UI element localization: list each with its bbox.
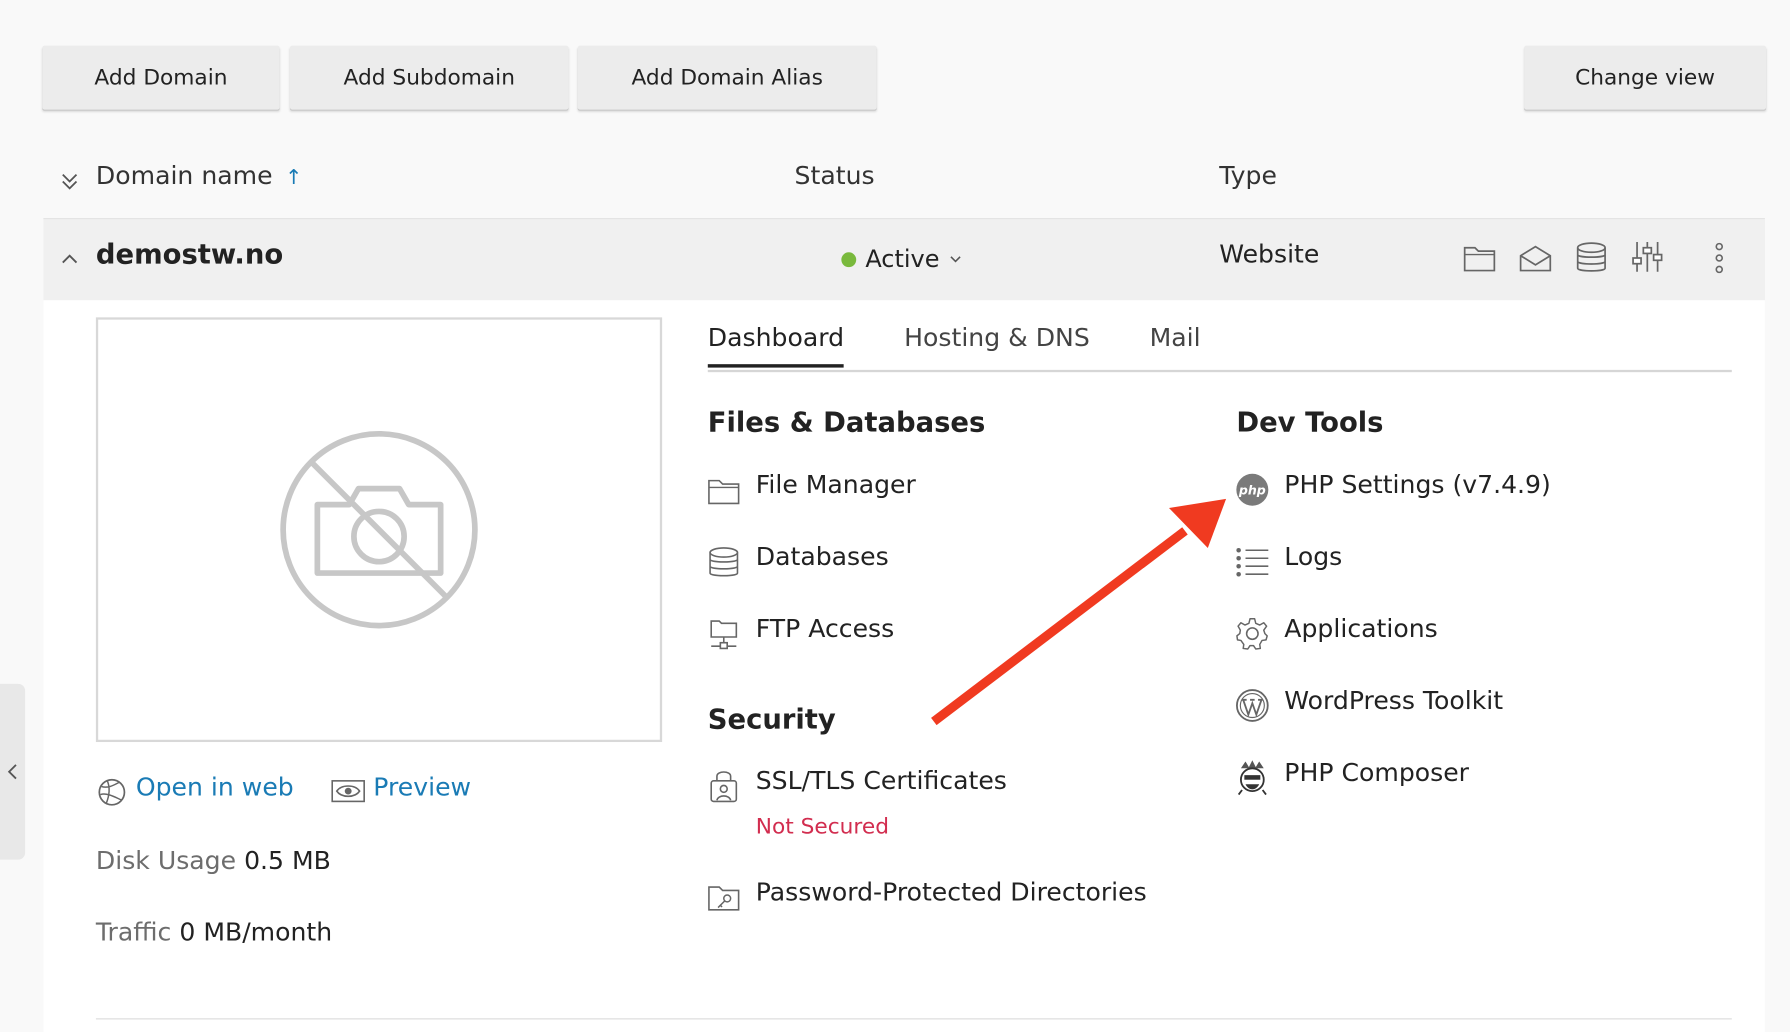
file-manager-link[interactable]: File Manager [756, 471, 916, 500]
tab-mail[interactable]: Mail [1150, 324, 1201, 364]
lock-person-icon [708, 768, 740, 805]
domain-name[interactable]: demostw.no [96, 239, 283, 271]
composer-icon [1235, 759, 1269, 796]
disk-usage: Disk Usage 0.5 MB [96, 847, 331, 876]
chevron-down-double-icon[interactable] [57, 169, 82, 194]
password-protected-directories-link[interactable]: Password-Protected Directories [756, 879, 1147, 908]
ftp-icon [708, 618, 740, 652]
tab-dashboard[interactable]: Dashboard [707, 324, 845, 368]
domain-type: Website [1219, 240, 1320, 270]
tab-hosting-dns[interactable]: Hosting & DNS [904, 324, 1090, 364]
ftp-access-link[interactable]: FTP Access [756, 615, 894, 644]
ssl-tls-certificates-link[interactable]: SSL/TLS Certificates [756, 767, 1007, 796]
gear-icon [1235, 616, 1269, 650]
screen: Add Domain Add Subdomain Add Domain Alia… [0, 0, 1790, 1032]
chevron-up-icon[interactable] [57, 247, 82, 272]
eye-icon[interactable] [331, 779, 365, 804]
sidebar-toggle[interactable] [0, 683, 26, 860]
dev-tools-heading: Dev Tools [1236, 406, 1384, 439]
column-status[interactable]: Status [795, 162, 875, 191]
databases-link[interactable]: Databases [756, 543, 889, 572]
security-heading: Security [707, 703, 836, 736]
wordpress-icon [1235, 688, 1269, 722]
list-icon [1235, 546, 1269, 578]
chevron-left-icon [7, 764, 17, 780]
sort-ascending-icon[interactable]: ↑ [285, 166, 302, 190]
sliders-icon[interactable] [1629, 237, 1666, 276]
preview-link[interactable]: Preview [373, 774, 471, 803]
traffic-value: 0 MB/month [179, 918, 333, 948]
open-in-web-link[interactable]: Open in web [136, 774, 294, 803]
logs-link[interactable]: Logs [1284, 543, 1342, 572]
more-vertical-icon[interactable] [1708, 240, 1731, 277]
column-type[interactable]: Type [1219, 162, 1277, 191]
column-domain-name[interactable]: Domain name ↑ [96, 162, 302, 191]
globe-icon[interactable] [96, 776, 128, 808]
traffic: Traffic 0 MB/month [96, 919, 332, 948]
folder-icon [708, 475, 740, 507]
chevron-down-icon [950, 256, 961, 263]
folder-key-icon [708, 881, 740, 913]
php-settings-link[interactable]: PHP Settings (v7.4.9) [1284, 471, 1551, 500]
no-camera-icon [279, 429, 480, 630]
folder-icon[interactable] [1461, 240, 1498, 277]
php-composer-link[interactable]: PHP Composer [1284, 759, 1469, 788]
status-dropdown[interactable]: Active [841, 245, 962, 273]
files-databases-heading: Files & Databases [707, 406, 986, 439]
add-subdomain-button[interactable]: Add Subdomain [289, 45, 569, 110]
disk-usage-value: 0.5 MB [244, 847, 331, 876]
ssl-status-badge: Not Secured [755, 813, 889, 840]
php-icon: php [1235, 473, 1269, 507]
add-domain-alias-button[interactable]: Add Domain Alias [577, 45, 877, 110]
wordpress-toolkit-link[interactable]: WordPress Toolkit [1284, 687, 1503, 716]
column-domain-name-label: Domain name [95, 162, 273, 191]
database-icon [708, 546, 740, 580]
status-label: Active [865, 245, 940, 273]
change-view-button[interactable]: Change view [1524, 45, 1767, 110]
status-dot [841, 251, 857, 267]
panel-divider [95, 1018, 1732, 1020]
disk-usage-label: Disk Usage [95, 847, 237, 876]
applications-link[interactable]: Applications [1284, 615, 1437, 644]
mail-icon[interactable] [1517, 240, 1554, 277]
site-preview-thumbnail[interactable] [95, 317, 663, 743]
svg-text:php: php [1238, 482, 1266, 497]
tabs-divider [707, 369, 1732, 373]
add-domain-button[interactable]: Add Domain [42, 45, 280, 110]
database-icon[interactable] [1573, 239, 1610, 278]
traffic-label: Traffic [95, 918, 172, 948]
